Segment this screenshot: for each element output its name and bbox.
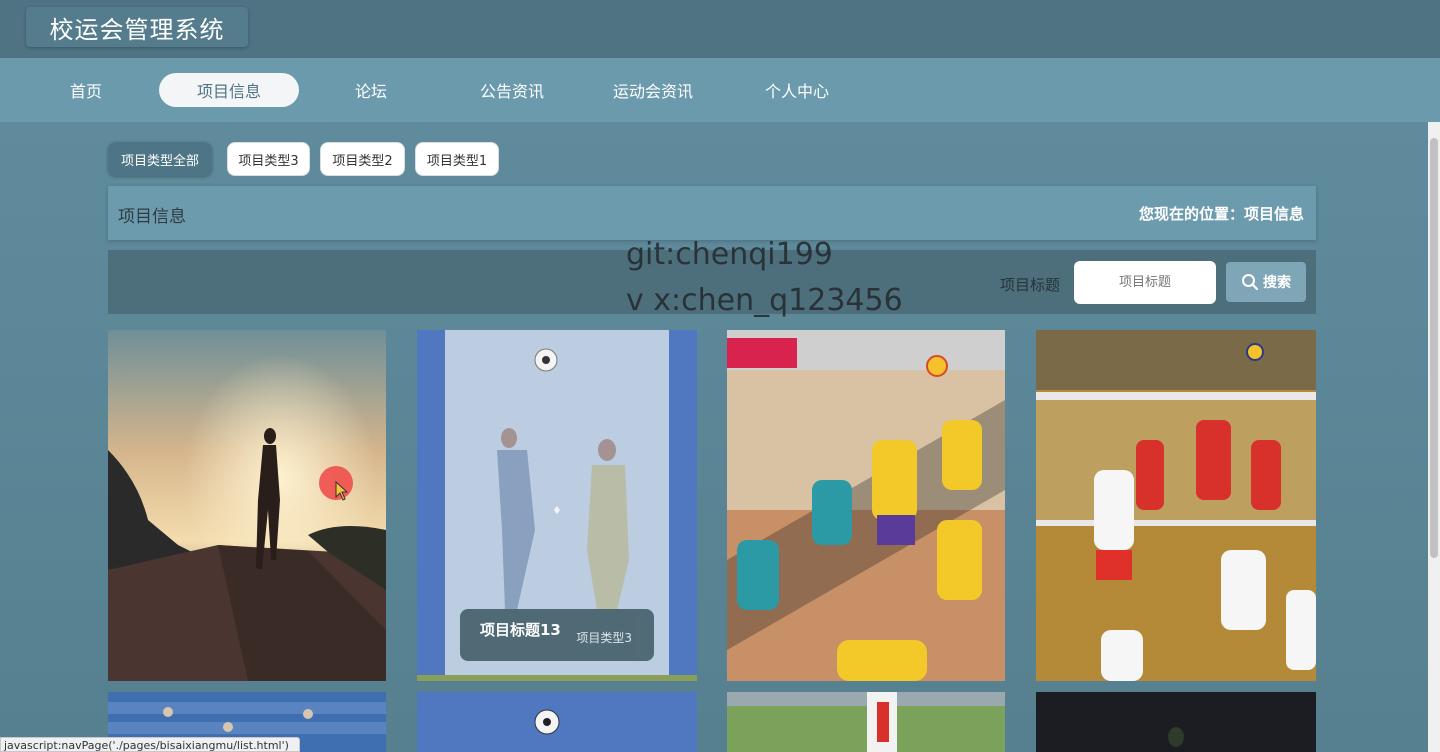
section-title: 项目信息: [118, 207, 186, 227]
browser-status-bar: javascript:navPage('./pages/bisaixiangmu…: [0, 737, 300, 752]
page-scrollbar[interactable]: [1428, 122, 1440, 752]
nav-item-forum[interactable]: 论坛: [301, 73, 441, 107]
project-image-volleyball-2: [1036, 330, 1316, 681]
filter-type-1[interactable]: 项目类型1: [415, 142, 499, 176]
breadcrumb: 您现在的位置：项目信息: [1138, 205, 1304, 223]
search-label: 项目标题: [1000, 276, 1061, 294]
top-header: 校运会管理系统: [0, 0, 1440, 58]
project-image-track: [727, 692, 1005, 752]
search-button-label: 搜索: [1263, 275, 1291, 291]
search-button[interactable]: 搜索: [1226, 262, 1306, 302]
project-card-8[interactable]: [1036, 692, 1316, 752]
project-card-4[interactable]: [1036, 330, 1316, 681]
watermark-line-1: git:chenqi199: [626, 237, 833, 272]
project-image-volleyball: [727, 330, 1005, 681]
project-image-soccer-2: [417, 692, 697, 752]
hover-card-title: 项目标题13: [480, 621, 561, 639]
hover-card-label[interactable]: 项目标题13 项目类型3: [460, 609, 654, 661]
filter-type-3[interactable]: 项目类型3: [227, 142, 310, 176]
project-image-runner: [108, 330, 386, 681]
scrollbar-thumb[interactable]: [1430, 138, 1438, 558]
main-nav: 首页 项目信息 论坛 公告资讯 运动会资讯 个人中心: [0, 58, 1440, 122]
hover-card-type: 项目类型3: [576, 631, 632, 645]
watermark-line-2: v x:chen_q123456: [626, 283, 903, 318]
project-card-1[interactable]: [108, 330, 386, 681]
filter-all-types[interactable]: 项目类型全部: [108, 142, 212, 176]
project-card-6[interactable]: [417, 692, 697, 752]
nav-item-sports-news[interactable]: 运动会资讯: [583, 73, 723, 107]
mouse-pointer-icon: [335, 481, 349, 501]
search-input[interactable]: [1074, 261, 1216, 304]
project-image-dark: [1036, 692, 1316, 752]
section-title-bar: 项目信息 您现在的位置：项目信息: [108, 186, 1316, 240]
nav-item-profile[interactable]: 个人中心: [727, 73, 867, 107]
project-card-3[interactable]: [727, 330, 1005, 681]
nav-item-announcements[interactable]: 公告资讯: [442, 73, 582, 107]
nav-item-project-info[interactable]: 项目信息: [159, 73, 299, 107]
nav-item-home[interactable]: 首页: [16, 73, 156, 107]
project-card-7[interactable]: [727, 692, 1005, 752]
filter-type-2[interactable]: 项目类型2: [320, 142, 405, 176]
app-title[interactable]: 校运会管理系统: [26, 7, 248, 47]
search-icon: [1242, 274, 1259, 291]
